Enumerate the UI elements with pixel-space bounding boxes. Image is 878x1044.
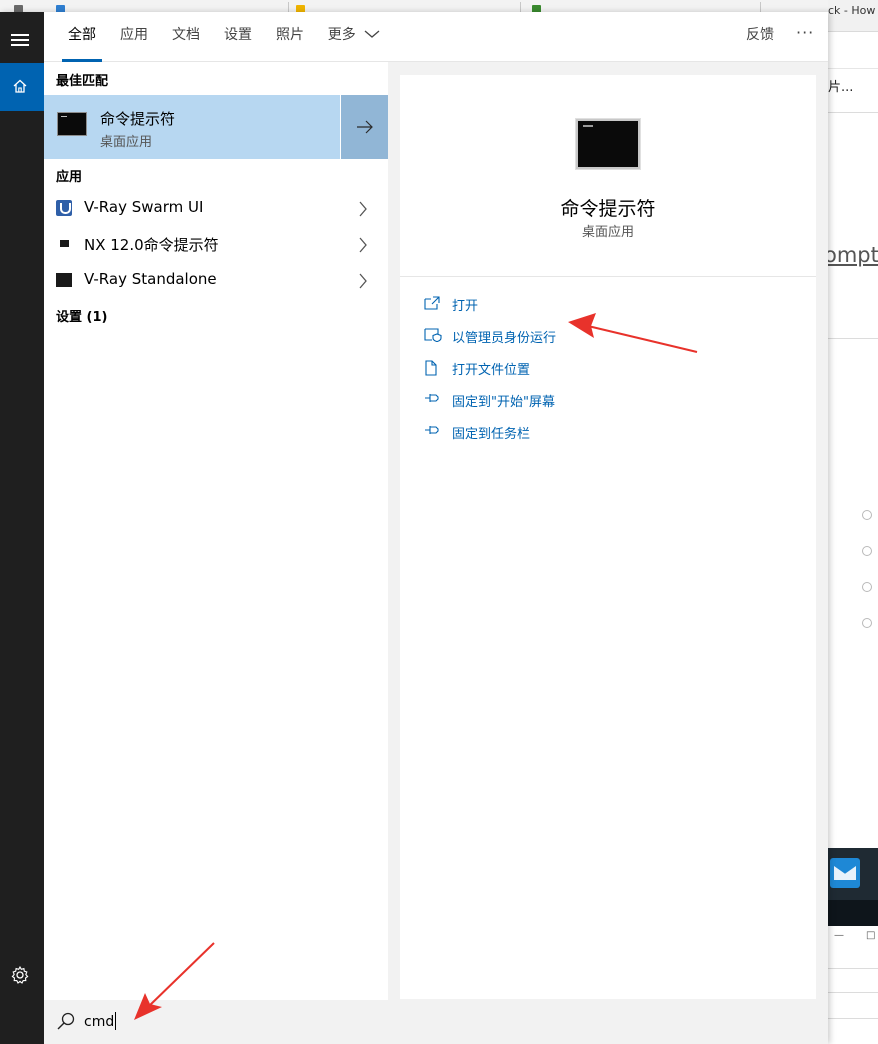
background-browser-window: ck - How t 片... ompt — □ (828, 0, 878, 1044)
best-match-heading: 最佳匹配 (56, 74, 109, 89)
best-match-title: 命令提示符 (100, 110, 176, 128)
command-prompt-icon (576, 119, 640, 169)
tab-photos[interactable]: 照片 (270, 12, 310, 62)
expand-details-button[interactable] (340, 95, 388, 159)
mail-icon (830, 858, 860, 888)
command-prompt-icon (57, 112, 87, 136)
background-tab-strip: ck - How t (828, 0, 878, 32)
background-radio-icon (862, 582, 872, 592)
settings-heading[interactable]: 设置 (1) (56, 306, 107, 325)
background-maximize-icon: □ (866, 930, 876, 941)
chevron-down-icon (364, 30, 380, 38)
home-icon (13, 79, 27, 93)
action-label: 以管理员身份运行 (452, 331, 557, 346)
details-title: 命令提示符 (560, 198, 656, 220)
background-toolbar-text: 片... (828, 80, 854, 95)
results-list: 最佳匹配 命令提示符 桌面应用 应用 V-Ray Swarm UI NX 12.… (44, 62, 388, 1000)
list-item[interactable]: V-Ray Swarm UI (44, 190, 388, 226)
list-item[interactable]: NX 12.0命令提示符 (44, 226, 388, 262)
arrow-right-icon (357, 120, 373, 134)
background-taskbar-strip (0, 0, 878, 13)
background-page-text: ompt (828, 243, 878, 267)
apps-heading: 应用 (56, 170, 83, 185)
background-taskbar (828, 848, 878, 926)
action-label: 固定到"开始"屏幕 (452, 395, 555, 410)
nx-command-prompt-icon (60, 240, 69, 247)
action-label: 打开文件位置 (452, 363, 531, 378)
background-radio-icon (862, 546, 872, 556)
background-radio-icon (862, 510, 872, 520)
details-divider (400, 276, 816, 277)
file-location-icon (425, 360, 437, 376)
open-icon (424, 296, 440, 310)
run-as-admin-icon (424, 328, 442, 342)
best-match-item[interactable]: 命令提示符 桌面应用 (44, 95, 388, 159)
tab-all[interactable]: 全部 (62, 12, 102, 62)
background-divider (828, 68, 878, 69)
tab-documents[interactable]: 文档 (166, 12, 206, 62)
filter-tabs: 全部 应用 文档 设置 照片 更多 反馈 ··· (44, 12, 828, 62)
background-divider (828, 968, 878, 969)
hamburger-menu-icon[interactable] (11, 34, 29, 46)
pin-icon (425, 426, 439, 434)
app-name: NX 12.0命令提示符 (84, 236, 219, 254)
background-radio-icon (862, 618, 872, 628)
text-caret (115, 1012, 117, 1030)
best-match-subtitle: 桌面应用 (100, 135, 153, 150)
tab-more-label: 更多 (327, 27, 356, 43)
details-pane: 命令提示符 桌面应用 打开 以管理员身份运行 打开文件位置 固定到"开始"屏幕 … (400, 75, 816, 999)
chevron-right-icon[interactable] (358, 237, 368, 253)
background-tab-title: ck - How t (828, 4, 878, 17)
search-input[interactable]: cmd (84, 1012, 117, 1030)
search-icon (57, 1012, 75, 1030)
vray-standalone-icon (56, 273, 72, 287)
background-minimize-icon: — (834, 930, 844, 941)
gear-icon[interactable] (10, 965, 30, 985)
home-button[interactable] (0, 63, 44, 111)
list-item[interactable]: V-Ray Standalone (44, 262, 388, 298)
action-label: 打开 (452, 299, 479, 314)
background-divider (520, 2, 521, 12)
search-query-text: cmd (84, 1014, 115, 1030)
more-options-button[interactable]: ··· (796, 12, 814, 62)
feedback-button[interactable]: 反馈 (746, 12, 774, 62)
chevron-right-icon[interactable] (358, 273, 368, 289)
background-taskbar-lower (828, 900, 878, 926)
tab-settings[interactable]: 设置 (218, 12, 258, 62)
background-divider (828, 338, 878, 339)
background-divider (828, 112, 878, 113)
vray-swarm-icon (56, 200, 72, 216)
tab-more[interactable]: 更多 (324, 12, 384, 62)
background-divider (760, 2, 761, 12)
tab-apps[interactable]: 应用 (114, 12, 154, 62)
search-box[interactable]: cmd (44, 1000, 828, 1044)
app-name: V-Ray Swarm UI (84, 198, 204, 216)
background-divider (828, 1018, 878, 1019)
background-divider (288, 2, 289, 12)
chevron-right-icon[interactable] (358, 201, 368, 217)
left-rail (0, 12, 44, 1044)
action-label: 固定到任务栏 (452, 427, 531, 442)
pin-icon (425, 394, 439, 402)
start-search-menu: 全部 应用 文档 设置 照片 更多 反馈 ··· 最佳匹配 命令提示符 桌面应用… (0, 12, 828, 1044)
app-name: V-Ray Standalone (84, 270, 217, 288)
background-divider (828, 992, 878, 993)
details-subtitle: 桌面应用 (581, 225, 634, 240)
